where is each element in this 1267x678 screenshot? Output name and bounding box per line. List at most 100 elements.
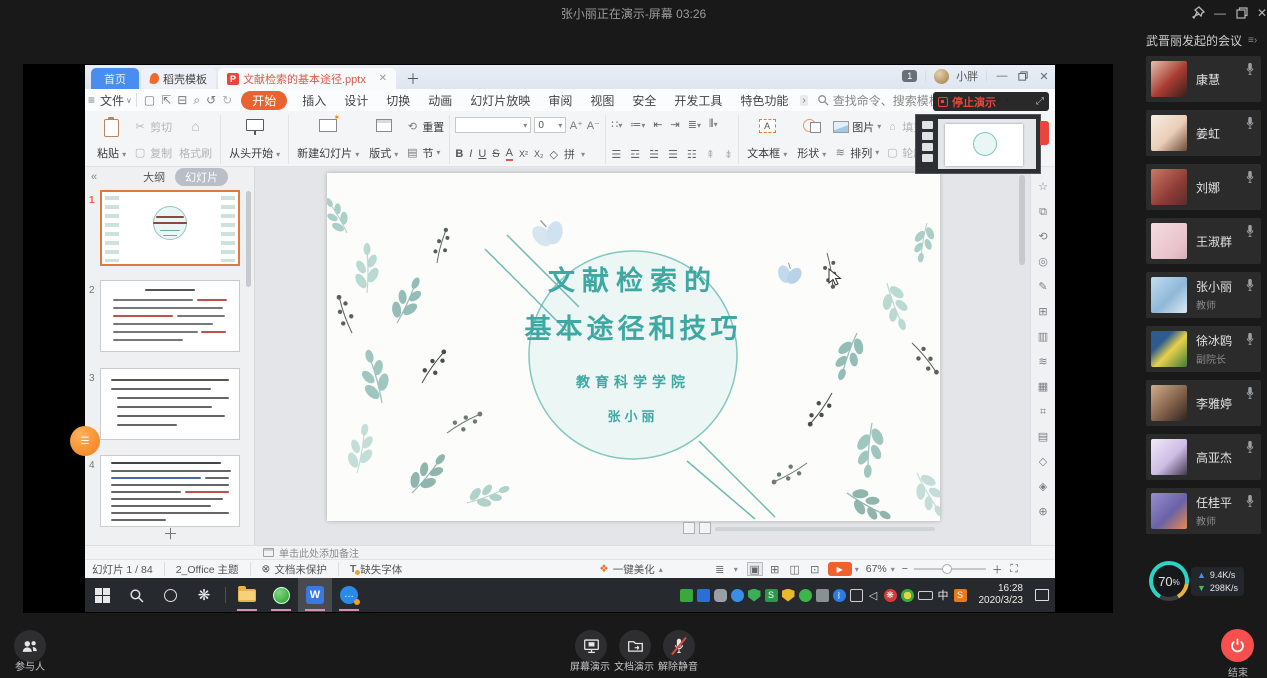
clear-format-button[interactable]: ◇ — [549, 148, 557, 161]
layout-panel-icon[interactable]: ⌗ — [1040, 406, 1046, 418]
start-button[interactable] — [85, 578, 119, 612]
refresh-icon[interactable]: ⟲ — [1038, 231, 1047, 243]
align-right-icon[interactable]: ☱ — [649, 148, 659, 161]
wps-close-button[interactable]: ✕ — [1037, 70, 1051, 83]
paste-button[interactable]: 粘贴 ▾ — [94, 117, 129, 163]
print-icon[interactable]: ⊟ — [177, 93, 187, 107]
next-slide-button[interactable] — [699, 522, 711, 534]
taskbar-clock[interactable]: 16:28 2020/3/23 — [979, 583, 1024, 607]
meeting-app-button[interactable]: … — [332, 578, 366, 612]
grow-font-button[interactable]: A⁺ — [569, 118, 583, 132]
notes-bar[interactable]: 单击此处添加备注 — [85, 545, 1055, 559]
zoom-in-button[interactable]: ＋ — [992, 562, 1003, 577]
prev-slide-button[interactable] — [683, 522, 695, 534]
minimize-button[interactable]: — — [1212, 5, 1228, 21]
reset-button[interactable]: ⟲重置 — [405, 118, 444, 136]
subscript-button[interactable]: X₂ — [534, 149, 544, 159]
tray-green-yellow-icon[interactable] — [901, 589, 914, 602]
tray-phone-icon[interactable] — [680, 589, 693, 602]
menu-review[interactable]: 审阅 — [548, 92, 572, 109]
theme-name[interactable]: 2_Office 主题 — [176, 562, 239, 577]
tray-usb-icon[interactable] — [816, 589, 829, 602]
account-avatar[interactable] — [934, 69, 949, 84]
tray-network-icon[interactable] — [850, 589, 863, 602]
network-quality-widget[interactable]: 70% ▲9.4K/s ▼298K/s — [1149, 561, 1244, 601]
mic-icon[interactable] — [1245, 332, 1255, 346]
menu-devtools[interactable]: 开发工具 — [674, 92, 722, 109]
tray-s-tool-icon[interactable]: S — [765, 589, 778, 602]
menu-transition[interactable]: 切换 — [386, 92, 410, 109]
browser-360-button[interactable] — [264, 578, 298, 612]
participant-item[interactable]: 高亚杰 — [1146, 434, 1261, 480]
ime-indicator[interactable]: 中 — [937, 589, 950, 602]
menu-slideshow[interactable]: 幻灯片放映 — [470, 92, 530, 109]
object-icon[interactable]: ◎ — [1038, 256, 1048, 268]
mic-icon[interactable] — [1245, 440, 1255, 454]
participant-item[interactable]: 徐冰鸥副院长 — [1146, 326, 1261, 372]
account-name[interactable]: 小胖 — [956, 68, 978, 84]
message-badge[interactable]: 1 — [902, 70, 917, 82]
participant-item[interactable]: 张小丽教师 — [1146, 272, 1261, 318]
cut-button[interactable]: ✂剪切 — [133, 118, 172, 136]
font-color-button[interactable]: A — [506, 147, 513, 161]
pinwheel-app-button[interactable]: ❋ — [187, 578, 221, 612]
tray-box-icon[interactable] — [697, 589, 710, 602]
menu-start[interactable]: 开始 — [241, 91, 287, 110]
preview-red-handle[interactable] — [1040, 121, 1049, 145]
properties-icon[interactable]: ⧉ — [1039, 206, 1047, 218]
zoom-level[interactable]: 67%▾ — [866, 563, 895, 575]
participant-item[interactable]: 李雅婷 — [1146, 380, 1261, 426]
audio-icon[interactable]: ◈ — [1039, 481, 1047, 493]
menu-security[interactable]: 安全 — [632, 92, 656, 109]
menu-view[interactable]: 视图 — [590, 92, 614, 109]
tray-sogou-icon[interactable]: S — [954, 589, 967, 602]
strike-button[interactable]: S — [492, 148, 499, 160]
stop-presenting-bar[interactable]: 停止演示 ⤢ — [933, 92, 1049, 111]
file-menu[interactable]: 文件 — [100, 92, 124, 109]
wps-app-button[interactable]: W — [298, 578, 332, 612]
justify-icon[interactable]: ☰ — [668, 148, 678, 161]
zoom-slider-knob[interactable] — [942, 564, 952, 574]
tray-meeting-icon[interactable] — [731, 589, 744, 602]
slide-thumbnail-3[interactable] — [100, 368, 240, 440]
expand-icon[interactable]: ⤢ — [1036, 96, 1044, 107]
taskbar-search-button[interactable] — [119, 578, 153, 612]
tray-shield-icon[interactable] — [748, 589, 761, 602]
tray-bluetooth-icon[interactable]: ᛒ — [833, 589, 846, 602]
slide-editor[interactable]: 文献检索的 基本途径和技巧 教育科学学院 张小丽 — [327, 173, 940, 521]
section-button[interactable]: ▤节 ▾ — [405, 144, 444, 162]
outdent-para-icon[interactable]: ⇟ — [724, 148, 733, 161]
bold-button[interactable]: B — [455, 148, 463, 160]
italic-button[interactable]: I — [469, 148, 472, 160]
participant-item[interactable]: 任桂平教师 — [1146, 488, 1261, 534]
font-size-combo[interactable]: 0▾ — [534, 117, 566, 133]
tray-warning-shield-icon[interactable] — [782, 589, 795, 602]
fit-screen-button[interactable]: ⛶ — [1010, 563, 1017, 576]
grid-icon[interactable]: ⊞ — [1038, 306, 1047, 318]
protection-status[interactable]: ⊗文档未保护 — [262, 562, 327, 577]
command-search[interactable]: 查找命令、搜索模板 — [817, 92, 941, 109]
mic-icon[interactable] — [1245, 494, 1255, 508]
participant-item[interactable]: 刘娜 — [1146, 164, 1261, 210]
textbox-button[interactable]: A文本框 ▾ — [744, 117, 790, 163]
redo-icon[interactable]: ↻ — [222, 93, 232, 107]
columns-icon[interactable]: ⫴▾ — [709, 118, 718, 131]
numbered-list-icon[interactable]: ≔▾ — [630, 118, 645, 131]
zoom-out-button[interactable]: − — [902, 563, 908, 575]
info-icon[interactable]: ⊕ — [1038, 506, 1047, 518]
outline-tab[interactable]: 大纲 — [143, 169, 165, 185]
arrange-button[interactable]: ≋排列 ▾ — [833, 144, 881, 162]
format-painter-button[interactable]: ⌂格式刷 — [176, 117, 215, 163]
superscript-button[interactable]: X² — [519, 149, 528, 159]
panel-collapse-icon[interactable]: « — [91, 171, 97, 183]
play-from-start-button[interactable]: 从头开始 ▾ — [226, 117, 283, 163]
edit-icon[interactable]: ✎ — [1038, 281, 1047, 293]
pinyin-button[interactable]: 拼 — [564, 146, 575, 162]
distribute-icon[interactable]: ☷ — [687, 148, 697, 161]
presenter-view-button[interactable]: ⊡ — [807, 562, 823, 576]
zoom-slider[interactable] — [914, 568, 986, 570]
save-icon[interactable]: ▢ — [144, 93, 155, 107]
align-center-icon[interactable]: ☲ — [630, 148, 640, 161]
participant-item[interactable]: 姜虹 — [1146, 110, 1261, 156]
notification-center-icon[interactable] — [1035, 589, 1049, 601]
